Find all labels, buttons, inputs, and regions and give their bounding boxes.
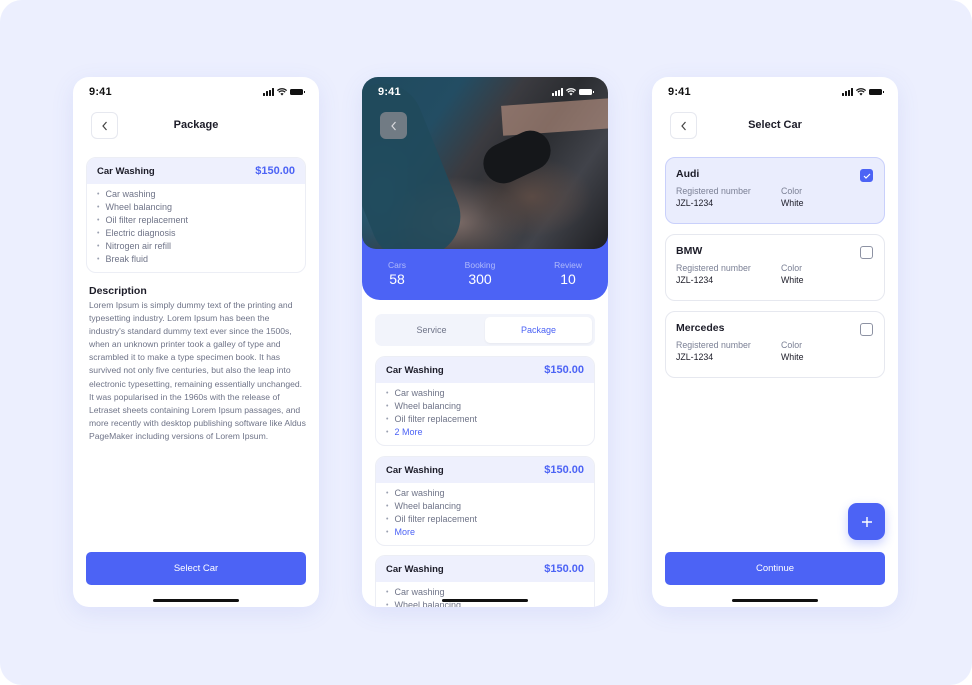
signal-icon [552,88,563,96]
car-checkbox[interactable] [860,246,873,259]
list-item: Car washing [97,188,295,201]
home-indicator [153,599,239,602]
wifi-icon [856,88,866,96]
list-item: Car washing [386,586,584,599]
add-car-button[interactable] [848,503,885,540]
package-name: Car Washing [97,165,155,177]
list-item: Car washing [386,487,584,500]
package-price: $150.00 [255,165,295,177]
stat-review: Review 10 [554,260,582,287]
select-car-button[interactable]: Select Car [86,552,306,585]
list-item: Car washing [386,387,584,400]
car-option-audi[interactable]: Audi Registered number JZL-1234 Color Wh… [665,157,885,224]
list-item: Oil filter replacement [386,513,584,526]
select-car-screen: 9:41 Select Car Audi Registered number J… [652,77,898,607]
wifi-icon [277,88,287,96]
check-icon [863,173,870,179]
hero-photo [362,77,608,249]
list-item: Nitrogen air refill [97,240,295,253]
list-item: Break fluid [97,253,295,266]
car-option-mercedes[interactable]: Mercedes Registered number JZL-1234 Colo… [665,311,885,378]
car-checkbox[interactable] [860,169,873,182]
registered-number: JZL-1234 [676,275,714,285]
status-bar: 9:41 [362,85,608,99]
back-button[interactable] [380,112,407,139]
list-item: Wheel balancing [386,500,584,513]
battery-icon [290,89,305,95]
page-title: Select Car [748,119,802,131]
plus-icon [861,516,872,527]
package-card[interactable]: Car Washing $150.00 Car washing Wheel ba… [375,456,595,546]
car-option-bmw[interactable]: BMW Registered number JZL-1234 Color Whi… [665,234,885,301]
package-name: Car Washing [386,464,444,476]
package-screen: 9:41 Package Car Washing $150.00 Car was… [73,77,319,607]
list-item: Oil filter replacement [386,413,584,426]
package-card: Car Washing $150.00 Car washing Wheel ba… [86,157,306,273]
status-time: 9:41 [89,86,112,98]
registered-number: JZL-1234 [676,352,714,362]
status-bar: 9:41 [652,85,898,99]
tab-service[interactable]: Service [378,317,485,343]
signal-icon [842,88,853,96]
car-color: White [781,352,804,362]
wifi-icon [566,88,576,96]
home-indicator [442,599,528,602]
home-indicator [732,599,818,602]
list-item: Wheel balancing [386,400,584,413]
stat-cars: Cars 58 [388,260,406,287]
package-items: Car washing Wheel balancing Oil filter r… [87,184,305,272]
list-item: Oil filter replacement [97,214,295,227]
package-name: Car Washing [386,364,444,376]
package-price: $150.00 [544,364,584,376]
signal-icon [263,88,274,96]
status-time: 9:41 [378,86,401,98]
car-color: White [781,198,804,208]
page-title: Package [173,119,219,131]
registered-number: JZL-1234 [676,198,714,208]
description-text: Lorem Ipsum is simply dummy text of the … [89,300,306,441]
status-time: 9:41 [668,86,691,98]
stat-booking: Booking 300 [464,260,496,287]
background-canvas: 9:41 Package Car Washing $150.00 Car was… [0,0,972,685]
list-item: Wheel balancing [97,201,295,214]
description-heading: Description [89,285,147,297]
battery-icon [869,89,884,95]
chevron-left-icon [390,121,396,130]
segmented-tabs: Service Package [375,314,595,346]
continue-button[interactable]: Continue [665,552,885,585]
car-color: White [781,275,804,285]
status-bar: 9:41 [73,85,319,99]
package-card[interactable]: Car Washing $150.00 Car washing Wheel ba… [375,356,595,446]
list-item: Electric diagnosis [97,227,295,240]
more-link[interactable]: More [386,526,584,539]
shop-screen: 9:41 Cars 58 Booking 300 Review 10 Servi… [362,77,608,607]
car-checkbox[interactable] [860,323,873,336]
tab-package[interactable]: Package [485,317,592,343]
more-link[interactable]: 2 More [386,426,584,439]
package-price: $150.00 [544,563,584,575]
package-price: $150.00 [544,464,584,476]
package-name: Car Washing [386,563,444,575]
battery-icon [579,89,594,95]
